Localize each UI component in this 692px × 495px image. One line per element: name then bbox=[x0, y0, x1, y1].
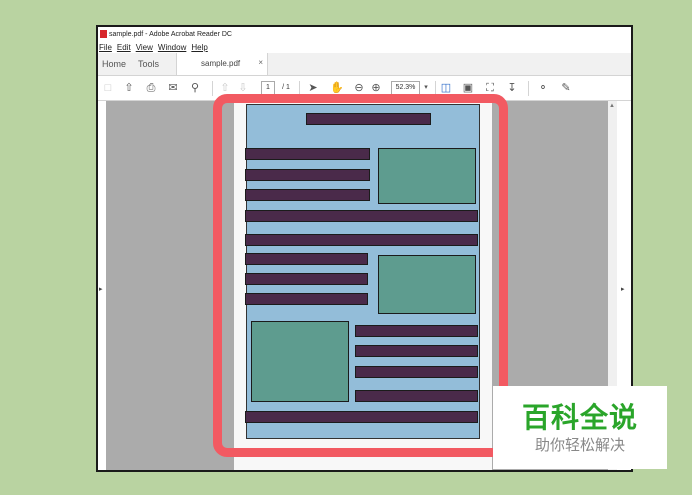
zoom-in-icon[interactable]: ⊕ bbox=[369, 81, 383, 95]
menu-help[interactable]: Help bbox=[191, 43, 207, 52]
acrobat-logo-icon bbox=[100, 30, 107, 38]
watermark-title: 百科全说 bbox=[521, 402, 638, 433]
tab-bar: Home Tools sample.pdf × bbox=[98, 53, 631, 76]
scroll-up-icon[interactable]: ▲ bbox=[609, 103, 615, 109]
page-scroll-icon[interactable]: ▣ bbox=[461, 81, 475, 95]
close-tab-icon[interactable]: × bbox=[258, 58, 263, 67]
tab-home[interactable]: Home bbox=[102, 59, 126, 69]
sign-icon[interactable]: ✎ bbox=[559, 81, 573, 95]
toolbar-divider bbox=[212, 81, 213, 96]
fullscreen-icon[interactable]: ⛶ bbox=[483, 81, 497, 95]
left-panel-handle[interactable]: ▸ bbox=[98, 101, 106, 470]
tab-document[interactable]: sample.pdf × bbox=[176, 53, 268, 75]
upload-icon[interactable]: ⇧ bbox=[122, 81, 136, 95]
zoom-dropdown-icon[interactable]: ▾ bbox=[419, 81, 433, 95]
expand-right-panel-icon[interactable]: ▸ bbox=[621, 285, 625, 293]
create-pdf-icon[interactable]: □ bbox=[101, 81, 115, 95]
title-bar: sample.pdf - Adobe Acrobat Reader DC bbox=[98, 27, 631, 41]
comment-icon[interactable]: ⚬ bbox=[536, 81, 550, 95]
tab-tools[interactable]: Tools bbox=[138, 59, 159, 69]
watermark-subtitle: 助你轻松解决 bbox=[534, 437, 625, 454]
print-icon[interactable]: ⎙ bbox=[144, 81, 158, 95]
page-total: / 1 bbox=[278, 81, 294, 95]
expand-left-panel-icon[interactable]: ▸ bbox=[99, 285, 103, 293]
tab-document-label: sample.pdf bbox=[201, 59, 241, 68]
fit-page-icon[interactable]: ◫ bbox=[439, 81, 453, 95]
zoom-out-icon[interactable]: ⊖ bbox=[352, 81, 366, 95]
search-icon[interactable]: ⚲ bbox=[188, 81, 202, 95]
menu-bar: File Edit View Window Help bbox=[98, 41, 631, 53]
select-cursor-icon[interactable]: ➤ bbox=[306, 81, 320, 95]
download-icon[interactable]: ↧ bbox=[505, 81, 519, 95]
page-number-input[interactable]: 1 bbox=[261, 81, 275, 95]
page-down-icon[interactable]: ⇩ bbox=[236, 81, 250, 95]
hand-tool-icon[interactable]: ✋ bbox=[330, 81, 344, 95]
email-icon[interactable]: ✉ bbox=[166, 81, 180, 95]
menu-file[interactable]: File bbox=[99, 43, 112, 52]
highlight-frame bbox=[213, 94, 508, 457]
page-up-icon[interactable]: ⇧ bbox=[218, 81, 232, 95]
toolbar-divider bbox=[528, 81, 529, 96]
window-title: sample.pdf - Adobe Acrobat Reader DC bbox=[109, 30, 232, 38]
watermark: 百科全说 助你轻松解决 bbox=[493, 386, 667, 469]
menu-view[interactable]: View bbox=[136, 43, 153, 52]
zoom-level-field[interactable]: 52.3% bbox=[391, 81, 420, 95]
menu-window[interactable]: Window bbox=[158, 43, 186, 52]
menu-edit[interactable]: Edit bbox=[117, 43, 131, 52]
